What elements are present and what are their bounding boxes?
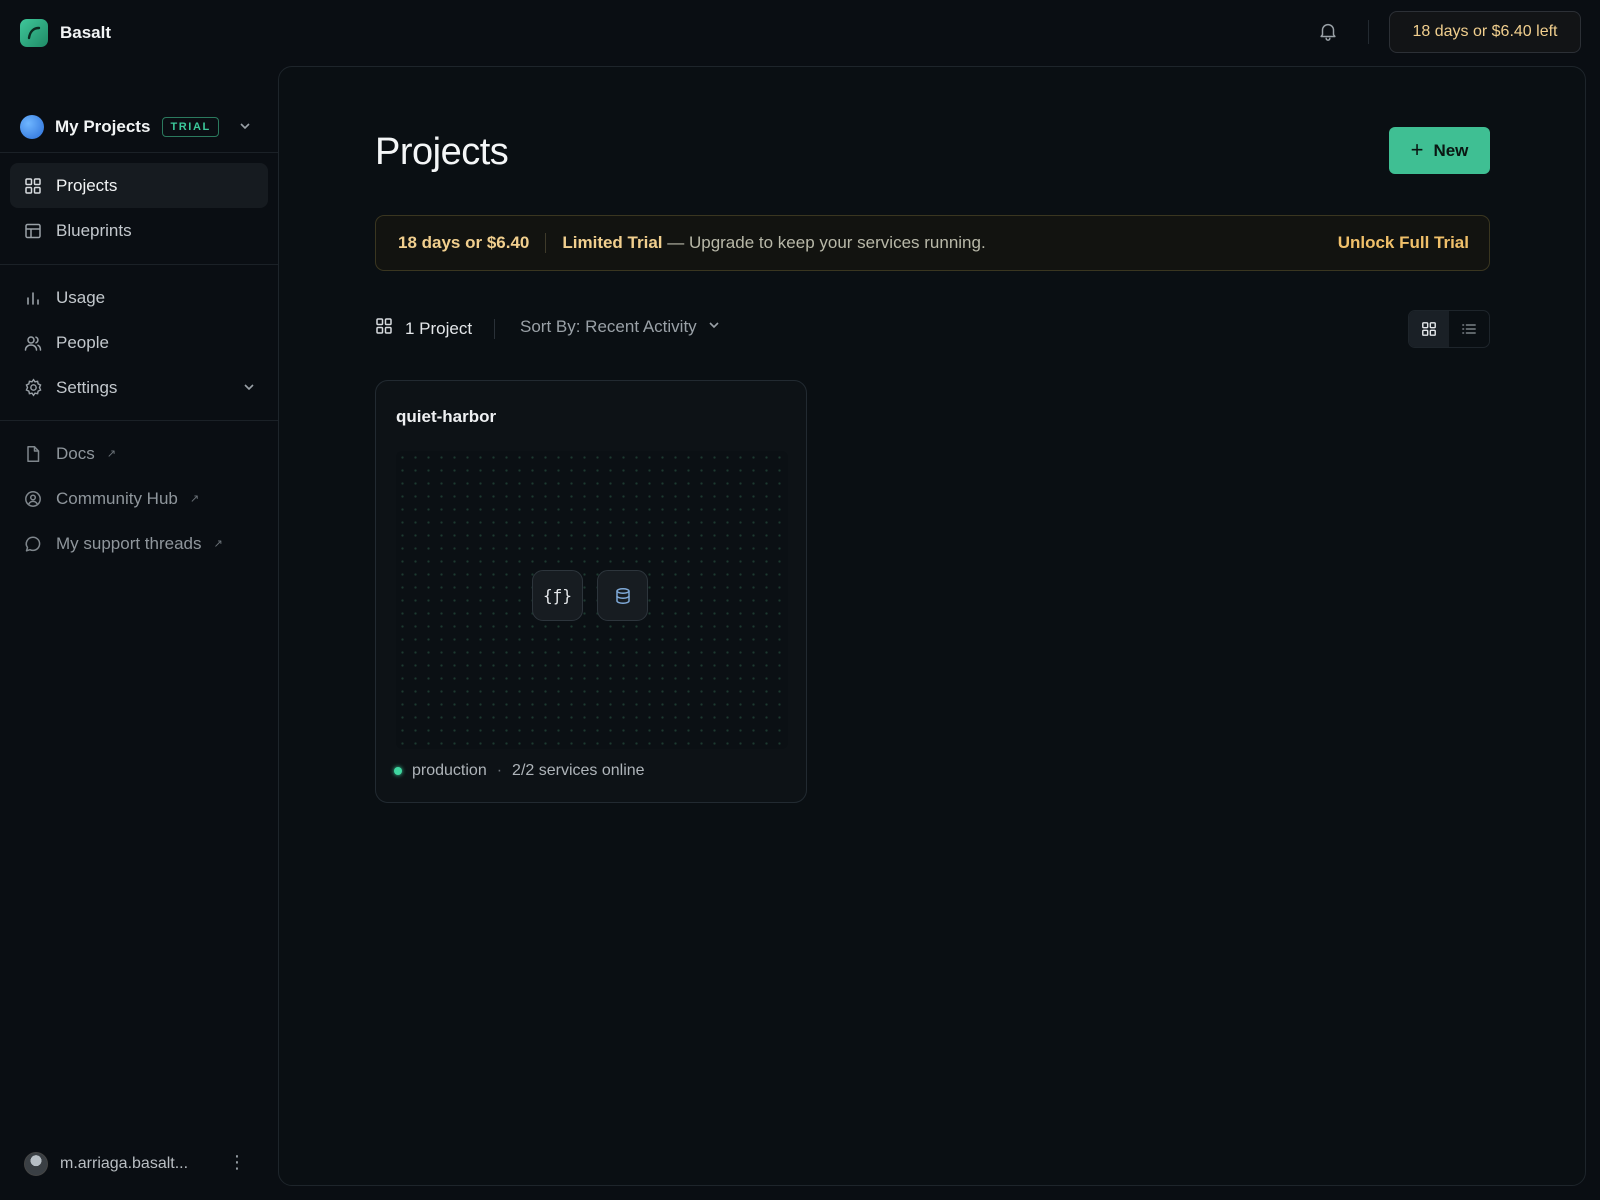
users-icon <box>23 333 43 353</box>
sidebar-item-label: Blueprints <box>56 220 132 240</box>
database-icon <box>597 570 648 621</box>
environment-label: production <box>412 762 487 779</box>
sort-dropdown[interactable]: Sort By: Recent Activity <box>520 317 721 337</box>
sort-label: Sort By: Recent Activity <box>520 317 697 336</box>
external-link-icon: ↗ <box>106 448 116 460</box>
bar-chart-icon <box>23 288 43 308</box>
project-status: production · 2/2 services online <box>394 762 645 780</box>
plus-icon: + <box>1410 136 1424 162</box>
community-icon <box>23 489 43 509</box>
grid-icon <box>1422 322 1436 336</box>
toolbar-divider <box>494 319 495 339</box>
list-icon <box>1462 324 1476 334</box>
notifications-bell-icon[interactable] <box>1317 20 1339 42</box>
sidebar-divider <box>0 264 278 265</box>
banner-divider <box>545 233 547 253</box>
separator-dot: · <box>496 762 503 779</box>
trial-status-button[interactable]: 18 days or $6.40 left <box>1389 11 1581 53</box>
services-status: 2/2 services online <box>512 762 645 779</box>
user-email: m.arriaga.basalt... <box>60 1155 189 1172</box>
sidebar-item-label: Projects <box>56 175 118 195</box>
new-project-button[interactable]: + New <box>1389 127 1490 174</box>
sidebar-item-label: People <box>56 332 109 352</box>
main-panel: Projects + New 18 days or $6.40 Limited … <box>278 66 1586 1186</box>
page-title: Projects <box>375 131 509 173</box>
workspace-avatar <box>20 115 44 139</box>
function-icon: {ƒ} <box>532 570 583 621</box>
trial-message: — Upgrade to keep your services running. <box>662 233 986 252</box>
external-link-icon: ↗ <box>213 538 223 550</box>
grid-icon <box>375 317 393 340</box>
top-bar: Basalt 18 days or $6.40 left <box>0 0 1600 66</box>
sidebar-item-usage[interactable]: Usage <box>10 275 268 320</box>
trial-label: Limited Trial <box>562 233 663 252</box>
workspace-switcher[interactable]: My Projects TRIAL <box>20 110 256 144</box>
sidebar-divider <box>0 152 278 153</box>
topbar-divider <box>1368 20 1369 44</box>
sidebar-link-community-hub[interactable]: Community Hub ↗ <box>10 476 268 521</box>
sidebar-item-people[interactable]: People <box>10 320 268 365</box>
project-card[interactable]: quiet-harbor {ƒ} production · 2/2 servic… <box>375 380 807 803</box>
sidebar-divider <box>0 420 278 421</box>
gear-icon <box>23 378 43 398</box>
workspace-name: My Projects <box>55 117 151 136</box>
chevron-down-icon <box>238 119 252 138</box>
trial-badge: TRIAL <box>162 117 219 137</box>
user-account[interactable]: m.arriaga.basalt... ⋮ <box>24 1150 256 1178</box>
sidebar-item-label: Docs <box>56 443 95 463</box>
avatar <box>24 1152 48 1176</box>
sidebar-item-label: Community Hub <box>56 488 178 508</box>
project-canvas-preview: {ƒ} <box>396 451 788 749</box>
chevron-down-icon <box>707 317 721 337</box>
external-link-icon: ↗ <box>189 493 200 505</box>
sidebar: My Projects TRIAL Projects Blueprints Us… <box>0 66 278 1200</box>
sidebar-item-label: Usage <box>56 287 106 307</box>
project-count: 1 Project <box>375 317 472 340</box>
unlock-full-trial-link[interactable]: Unlock Full Trial <box>1338 233 1469 253</box>
new-button-label: New <box>1433 140 1469 160</box>
sidebar-item-label: Settings <box>56 377 118 397</box>
sidebar-item-blueprints[interactable]: Blueprints <box>10 208 268 253</box>
list-view-button[interactable] <box>1449 311 1489 347</box>
brand[interactable]: Basalt <box>20 19 111 47</box>
sidebar-item-settings[interactable]: Settings <box>10 365 268 410</box>
document-icon <box>23 444 43 464</box>
chevron-down-icon <box>242 379 256 399</box>
sidebar-link-support-threads[interactable]: My support threads ↗ <box>10 521 268 566</box>
grid-icon <box>23 176 43 196</box>
more-vertical-icon[interactable]: ⋮ <box>228 1152 246 1173</box>
chat-bubble-icon <box>23 534 43 554</box>
project-count-label: 1 Project <box>405 318 473 338</box>
trial-remaining: 18 days or $6.40 <box>398 233 530 252</box>
project-name: quiet-harbor <box>396 407 497 426</box>
app-name: Basalt <box>60 23 112 42</box>
status-online-indicator <box>394 767 402 775</box>
layout-icon <box>23 221 43 241</box>
trial-banner: 18 days or $6.40 Limited Trial — Upgrade… <box>375 215 1490 271</box>
projects-toolbar: 1 Project Sort By: Recent Activity <box>375 310 1490 348</box>
basalt-logo-icon <box>20 19 48 47</box>
sidebar-item-projects[interactable]: Projects <box>10 163 268 208</box>
view-toggle <box>1408 310 1490 348</box>
sidebar-link-docs[interactable]: Docs ↗ <box>10 431 268 476</box>
grid-view-button[interactable] <box>1409 311 1449 347</box>
sidebar-item-label: My support threads <box>56 533 202 553</box>
